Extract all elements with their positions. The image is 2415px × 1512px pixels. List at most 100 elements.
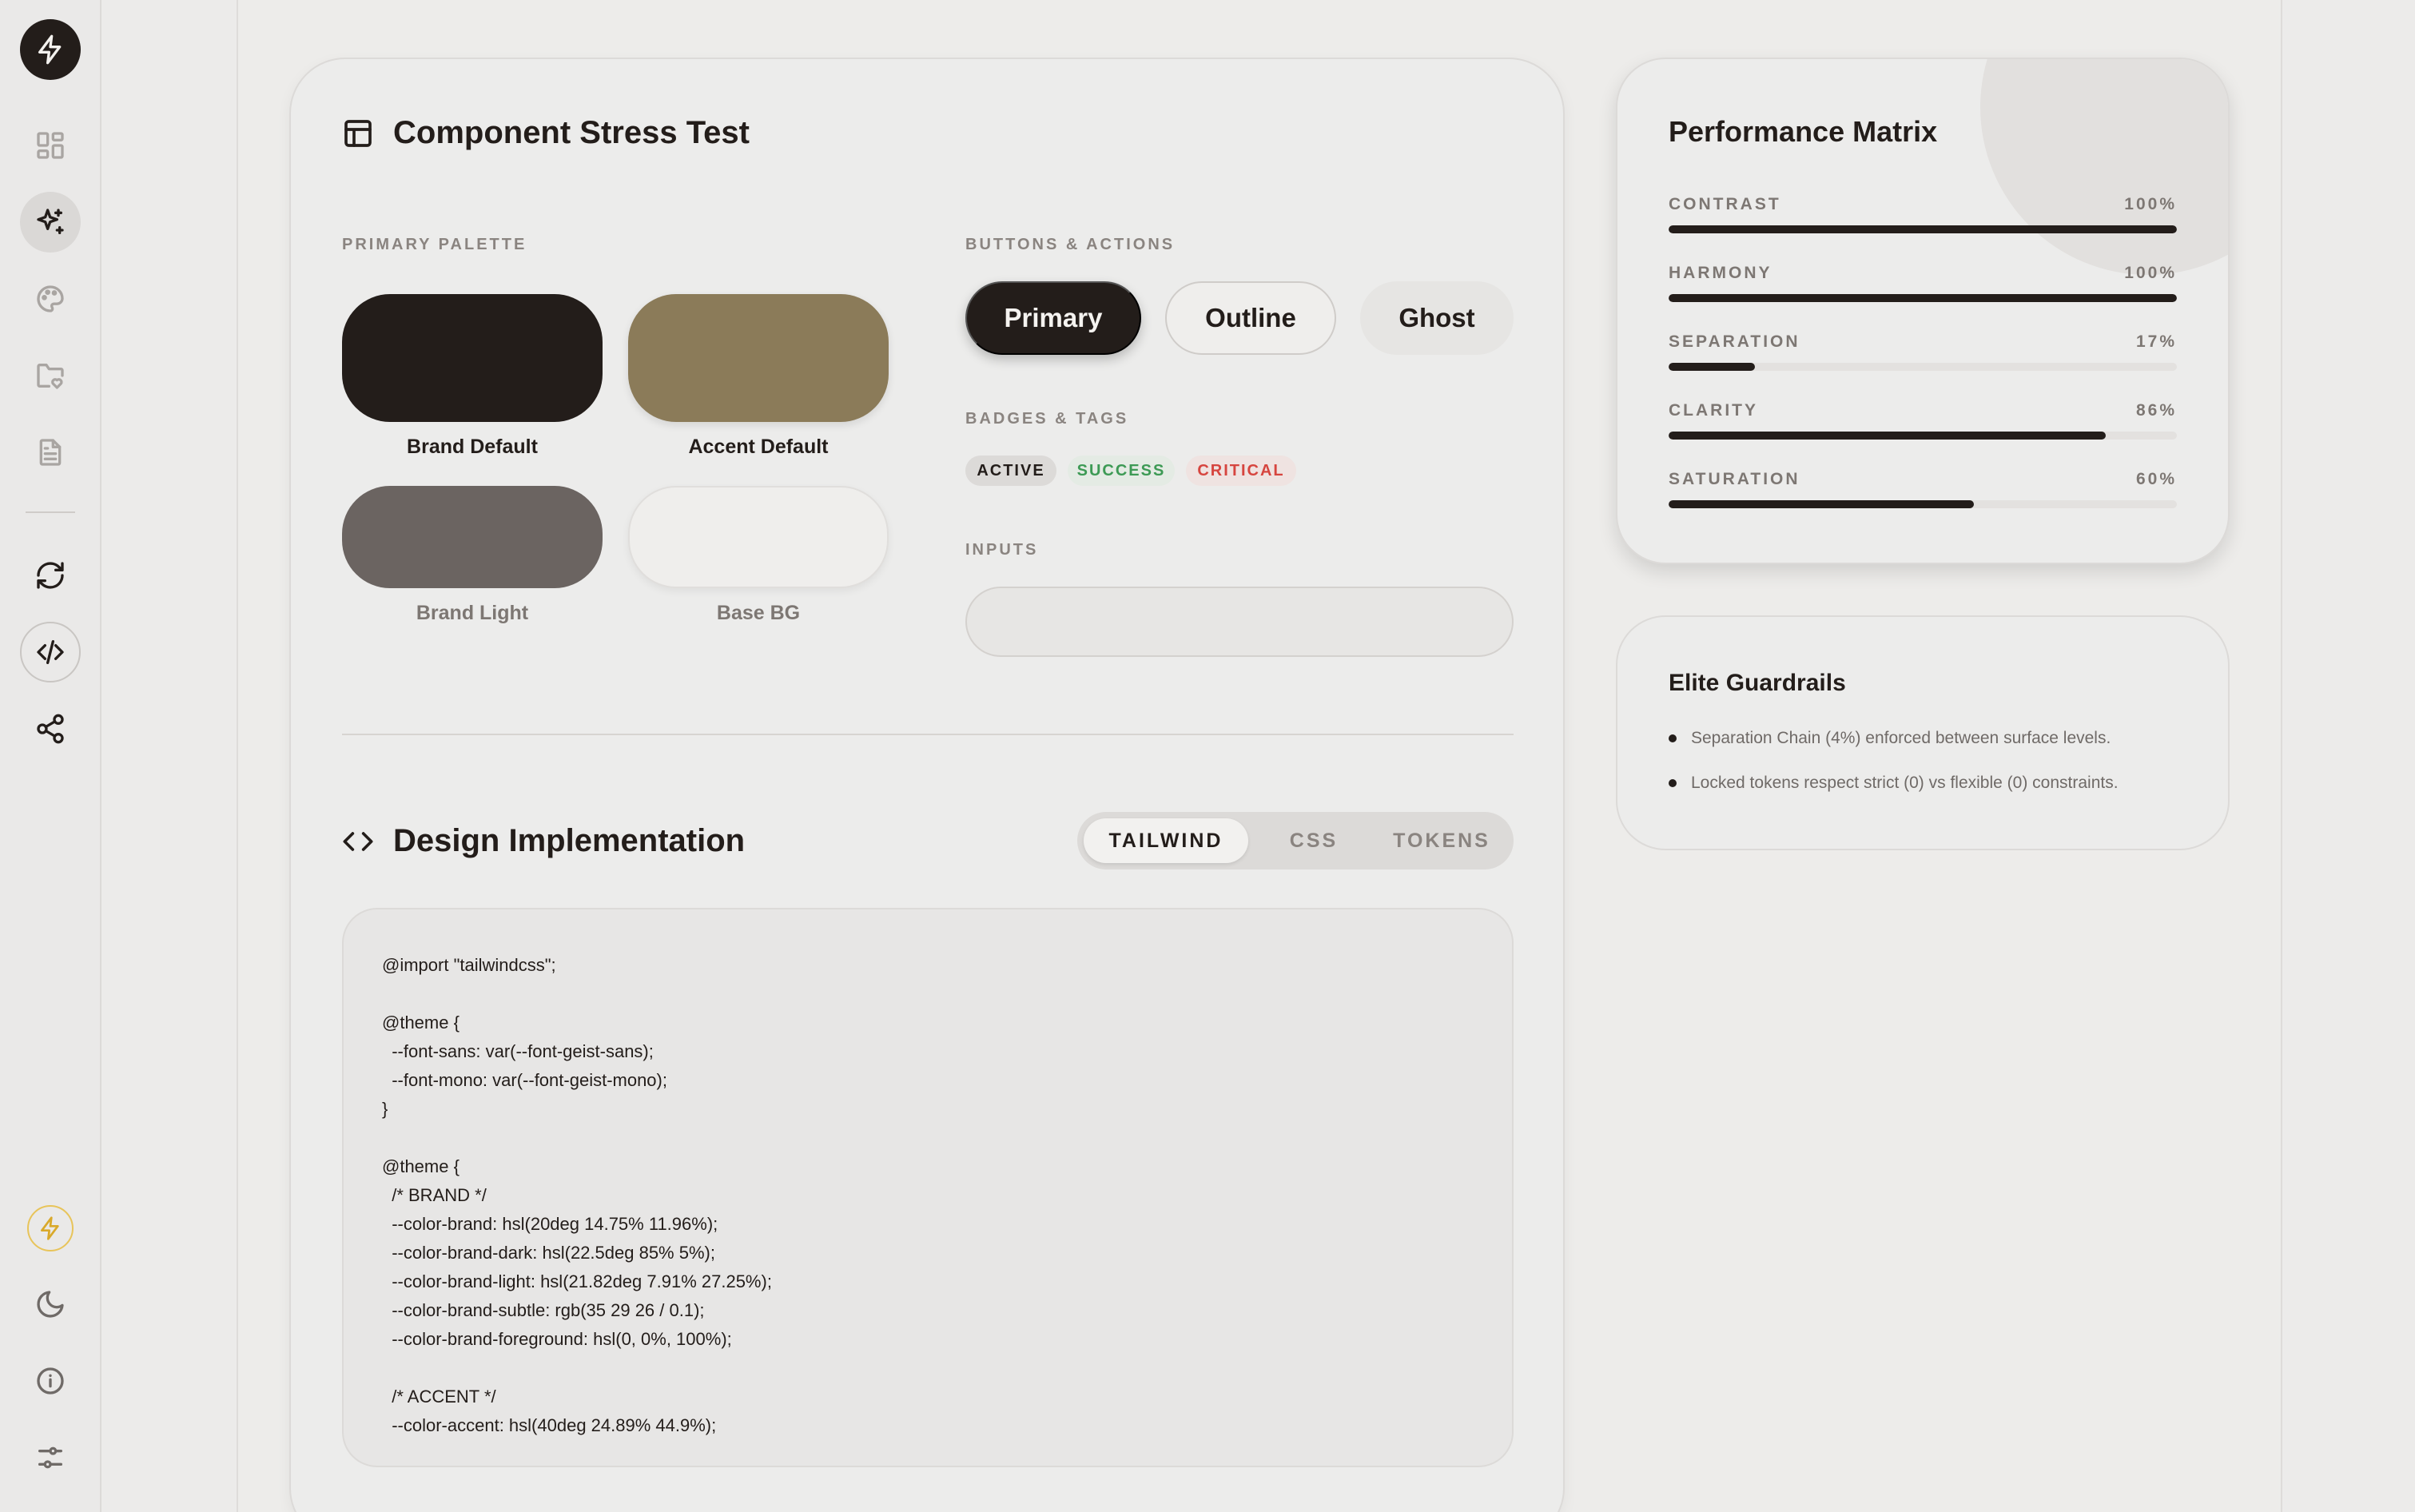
stress-test-header: Component Stress Test	[342, 115, 750, 151]
metric-fill	[1669, 363, 1756, 371]
sparkle-icon	[37, 209, 64, 234]
metric-value: 86%	[2135, 401, 2177, 420]
section-divider	[342, 734, 1514, 735]
folder-heart-icon	[37, 364, 64, 389]
code-line: --color-brand-light: hsl(21.82deg 7.91% …	[382, 1271, 772, 1291]
metric-label: CONTRAST	[1669, 195, 1781, 213]
metric-track	[1669, 432, 2177, 440]
code-icon	[37, 640, 64, 664]
grid-icon	[37, 132, 64, 159]
metric-label: HARMONY	[1669, 264, 1772, 282]
swatch-brand-light[interactable]	[342, 486, 603, 588]
tab-tokens[interactable]: TOKENS	[1376, 818, 1507, 863]
outline-button[interactable]: Outline	[1165, 281, 1336, 355]
swatch-label: Brand Light	[416, 602, 529, 624]
bullet-icon	[1669, 779, 1677, 787]
code-block[interactable]: @import "tailwindcss"; @theme { --font-s…	[342, 908, 1514, 1467]
tab-css[interactable]: CSS	[1263, 818, 1365, 863]
code-line: --color-brand: hsl(20deg 14.75% 11.96%);	[382, 1214, 718, 1234]
metric-contrast: CONTRAST 100%	[1669, 195, 2177, 233]
swatch-label: Brand Default	[407, 436, 538, 458]
refresh-icon	[37, 562, 64, 589]
metric-fill	[1669, 294, 2177, 302]
guardrail-item: Separation Chain (4%) enforced between s…	[1669, 729, 2111, 748]
sidebar-divider	[26, 511, 75, 513]
app-logo-button[interactable]	[20, 19, 81, 80]
badges-tags-label: BADGES & TAGS	[965, 410, 1129, 428]
moon-icon	[37, 1291, 64, 1318]
swatch-accent-default[interactable]	[628, 294, 889, 422]
bullet-icon	[1669, 734, 1677, 742]
code-line: @theme {	[382, 1156, 460, 1176]
sidebar-item-docs[interactable]	[20, 422, 81, 483]
theme-toggle-button[interactable]	[20, 1274, 81, 1335]
code-line: /* BRAND */	[382, 1185, 487, 1205]
elite-guardrails-title: Elite Guardrails	[1669, 670, 1846, 696]
metric-fill	[1669, 225, 2177, 233]
code-line: @theme {	[382, 1013, 460, 1033]
sidebar-item-generate[interactable]	[20, 192, 81, 253]
sidebar-item-dashboard[interactable]	[20, 115, 81, 176]
badge-success: SUCCESS	[1068, 456, 1175, 486]
sample-text-input[interactable]	[965, 587, 1514, 657]
share-icon	[37, 714, 64, 744]
ghost-button[interactable]: Ghost	[1360, 281, 1514, 355]
badge-active: ACTIVE	[965, 456, 1056, 486]
guardrail-item: Locked tokens respect strict (0) vs flex…	[1669, 774, 2119, 793]
code-line: --color-brand-foreground: hsl(0, 0%, 100…	[382, 1329, 732, 1349]
metric-track	[1669, 500, 2177, 508]
code-line: --color-brand-subtle: rgb(35 29 26 / 0.1…	[382, 1300, 705, 1320]
metric-separation: SEPARATION 17%	[1669, 332, 2177, 371]
metric-fill	[1669, 432, 2106, 440]
metric-saturation: SATURATION 60%	[1669, 470, 2177, 508]
metric-clarity: CLARITY 86%	[1669, 401, 2177, 440]
palette-icon	[37, 285, 64, 312]
decorative-circle	[1980, 59, 2228, 275]
code-line: /* ACCENT */	[382, 1387, 496, 1407]
sidebar-item-pro[interactable]	[27, 1205, 74, 1251]
swatch-base-bg[interactable]	[628, 486, 889, 588]
swatch-label: Base BG	[716, 602, 801, 624]
metric-track	[1669, 363, 2177, 371]
sidebar-item-code[interactable]	[20, 622, 81, 682]
sidebar-item-share[interactable]	[20, 698, 81, 759]
stress-test-title: Component Stress Test	[393, 115, 750, 150]
metric-value: 100%	[2124, 195, 2177, 213]
tab-tailwind[interactable]: TAILWIND	[1084, 818, 1248, 863]
settings-button[interactable]	[20, 1427, 81, 1488]
code-line: --color-accent: hsl(40deg 24.89% 44.9%);	[382, 1415, 717, 1435]
metric-label: CLARITY	[1669, 401, 1758, 420]
sidebar-item-saved[interactable]	[20, 345, 81, 406]
metric-fill	[1669, 500, 1974, 508]
primary-button[interactable]: Primary	[965, 281, 1141, 355]
metric-label: SEPARATION	[1669, 332, 1800, 351]
performance-matrix-title: Performance Matrix	[1669, 115, 1938, 148]
layout-icon	[344, 119, 372, 147]
swatch-brand-default[interactable]	[342, 294, 603, 422]
swatch-label: Accent Default	[688, 436, 829, 458]
info-button[interactable]	[20, 1351, 81, 1411]
bolt-icon	[38, 34, 62, 65]
guardrail-text: Locked tokens respect strict (0) vs flex…	[1691, 774, 2119, 792]
performance-matrix-card: Performance Matrix CONTRAST 100% HARMONY 1…	[1616, 58, 2230, 564]
metric-label: SATURATION	[1669, 470, 1800, 488]
buttons-actions-label: BUTTONS & ACTIONS	[965, 236, 1176, 253]
sidebar	[0, 0, 101, 1512]
info-icon	[37, 1367, 64, 1395]
metric-track	[1669, 225, 2177, 233]
elite-guardrails-card: Elite Guardrails Separation Chain (4%) e…	[1616, 615, 2230, 850]
code-line: --font-mono: var(--font-geist-mono);	[382, 1070, 667, 1090]
file-text-icon	[39, 439, 62, 466]
sidebar-item-refresh[interactable]	[20, 545, 81, 606]
implementation-tab-group: TAILWIND CSS TOKENS	[1077, 812, 1514, 869]
guardrail-text: Separation Chain (4%) enforced between s…	[1691, 729, 2111, 747]
sidebar-item-palette[interactable]	[20, 269, 81, 329]
design-implementation-header: Design Implementation	[342, 823, 745, 859]
metric-track	[1669, 294, 2177, 302]
inputs-label: INPUTS	[965, 541, 1039, 559]
code-line: @import "tailwindcss";	[382, 955, 556, 975]
design-implementation-title: Design Implementation	[393, 823, 746, 858]
badge-critical: CRITICAL	[1186, 456, 1296, 486]
primary-palette-label: PRIMARY PALETTE	[342, 236, 527, 253]
